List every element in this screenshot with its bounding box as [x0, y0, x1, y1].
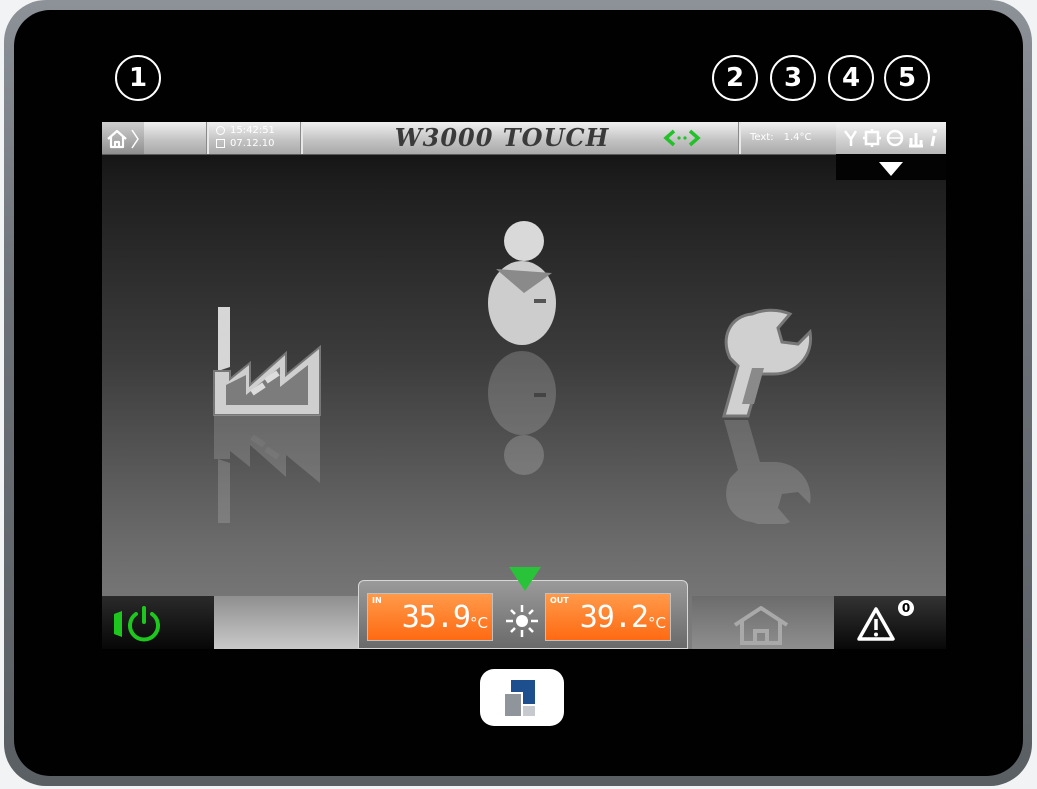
datetime-display: 15:42:51 07.12.10	[216, 124, 302, 152]
time-value: 15:42:51	[230, 125, 275, 136]
home-icon	[733, 606, 789, 645]
mode-indicator-arrow-icon	[509, 567, 541, 591]
settings-icon[interactable]	[862, 128, 882, 148]
toolbar-icons	[836, 122, 946, 154]
touch-screen: 15:42:51 07.12.10 W3000 TOUCH Text: 1.4°C	[102, 122, 946, 649]
callout-4: 4	[828, 55, 874, 101]
home-button[interactable]	[102, 122, 144, 154]
home-screen-button[interactable]	[692, 596, 834, 649]
external-temperature: Text: 1.4°C	[750, 132, 811, 143]
info-icon[interactable]	[928, 128, 940, 148]
bottom-bar: IN 35.9 °C OUT 39.2 °C 0	[102, 567, 946, 649]
clock-icon	[216, 126, 225, 135]
callout-1: 1	[115, 55, 161, 101]
chart-icon[interactable]	[907, 128, 925, 148]
ext-temp-label: Text:	[750, 132, 774, 143]
user-icon[interactable]	[480, 217, 570, 487]
alarm-button[interactable]: 0	[834, 596, 946, 649]
menu-dropdown-tab[interactable]	[836, 154, 946, 180]
wrench-icon[interactable]	[712, 304, 832, 524]
power-button[interactable]	[102, 596, 214, 649]
alarm-count-badge: 0	[898, 600, 914, 616]
factory-icon[interactable]	[200, 297, 340, 577]
date-value: 07.12.10	[230, 138, 275, 149]
logo-icon	[505, 680, 535, 716]
inlet-value: 35.9	[401, 600, 471, 635]
power-icon	[114, 606, 160, 642]
inlet-unit: °C	[470, 614, 488, 632]
callout-5: 5	[884, 55, 930, 101]
inlet-label: IN	[372, 596, 382, 605]
calendar-icon	[216, 139, 225, 148]
outlet-unit: °C	[648, 614, 666, 632]
outlet-value: 39.2	[579, 600, 649, 635]
status-panel	[214, 596, 362, 649]
outlet-label: OUT	[550, 596, 569, 605]
divider	[738, 122, 741, 154]
inlet-temperature: IN 35.9 °C	[367, 593, 493, 641]
network-status-icon	[663, 129, 701, 147]
chevron-down-icon	[879, 162, 903, 176]
warning-icon	[857, 607, 895, 641]
home-icon	[107, 129, 139, 149]
globe-icon[interactable]	[886, 128, 904, 148]
temperature-panel: IN 35.9 °C OUT 39.2 °C	[358, 567, 688, 649]
outlet-temperature: OUT 39.2 °C	[545, 593, 671, 641]
brand-logo	[480, 669, 564, 726]
ext-temp-value: 1.4°C	[783, 132, 812, 143]
sun-icon	[506, 605, 538, 637]
tool-icon[interactable]	[842, 128, 860, 148]
callout-3: 3	[770, 55, 816, 101]
divider	[206, 122, 209, 154]
app-title: W3000 TOUCH	[394, 123, 610, 152]
divider	[300, 122, 303, 154]
callout-2: 2	[712, 55, 758, 101]
top-bar: 15:42:51 07.12.10 W3000 TOUCH Text: 1.4°C	[102, 122, 946, 155]
